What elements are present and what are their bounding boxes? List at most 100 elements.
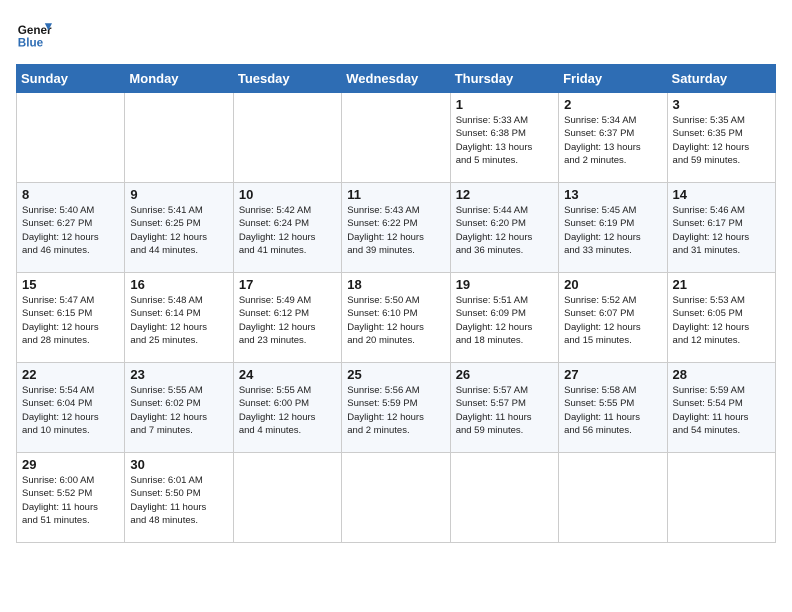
day-number: 28	[673, 367, 770, 382]
day-info: Sunrise: 5:53 AMSunset: 6:05 PMDaylight:…	[673, 294, 770, 347]
day-number: 11	[347, 187, 444, 202]
week-row-5: 29 Sunrise: 6:00 AMSunset: 5:52 PMDayligh…	[17, 453, 776, 543]
calendar-cell: 17 Sunrise: 5:49 AMSunset: 6:12 PMDayligh…	[233, 273, 341, 363]
day-info: Sunrise: 5:59 AMSunset: 5:54 PMDaylight:…	[673, 384, 770, 437]
day-info: Sunrise: 6:00 AMSunset: 5:52 PMDaylight:…	[22, 474, 119, 527]
calendar-cell	[559, 453, 667, 543]
day-info: Sunrise: 5:58 AMSunset: 5:55 PMDaylight:…	[564, 384, 661, 437]
day-info: Sunrise: 5:50 AMSunset: 6:10 PMDaylight:…	[347, 294, 444, 347]
calendar-cell	[342, 453, 450, 543]
day-info: Sunrise: 5:44 AMSunset: 6:20 PMDaylight:…	[456, 204, 553, 257]
day-number: 16	[130, 277, 227, 292]
day-number: 26	[456, 367, 553, 382]
day-number: 1	[456, 97, 553, 112]
calendar-cell	[233, 453, 341, 543]
day-header-sunday: Sunday	[17, 65, 125, 93]
day-number: 23	[130, 367, 227, 382]
day-number: 19	[456, 277, 553, 292]
calendar-cell: 24 Sunrise: 5:55 AMSunset: 6:00 PMDayligh…	[233, 363, 341, 453]
day-number: 2	[564, 97, 661, 112]
day-info: Sunrise: 5:54 AMSunset: 6:04 PMDaylight:…	[22, 384, 119, 437]
calendar-cell: 19 Sunrise: 5:51 AMSunset: 6:09 PMDayligh…	[450, 273, 558, 363]
day-info: Sunrise: 5:48 AMSunset: 6:14 PMDaylight:…	[130, 294, 227, 347]
day-info: Sunrise: 5:41 AMSunset: 6:25 PMDaylight:…	[130, 204, 227, 257]
calendar-cell	[233, 93, 341, 183]
day-info: Sunrise: 5:52 AMSunset: 6:07 PMDaylight:…	[564, 294, 661, 347]
day-number: 25	[347, 367, 444, 382]
calendar-cell: 13 Sunrise: 5:45 AMSunset: 6:19 PMDayligh…	[559, 183, 667, 273]
calendar-cell: 9Sunrise: 5:41 AMSunset: 6:25 PMDaylight…	[125, 183, 233, 273]
day-info: Sunrise: 5:40 AMSunset: 6:27 PMDaylight:…	[22, 204, 119, 257]
calendar-body: 1 Sunrise: 5:33 AMSunset: 6:38 PMDaylight…	[17, 93, 776, 543]
day-info: Sunrise: 5:47 AMSunset: 6:15 PMDaylight:…	[22, 294, 119, 347]
day-info: Sunrise: 5:45 AMSunset: 6:19 PMDaylight:…	[564, 204, 661, 257]
calendar-cell	[667, 453, 775, 543]
week-row-3: 15 Sunrise: 5:47 AMSunset: 6:15 PMDayligh…	[17, 273, 776, 363]
calendar-cell: 1 Sunrise: 5:33 AMSunset: 6:38 PMDaylight…	[450, 93, 558, 183]
day-number: 13	[564, 187, 661, 202]
day-info: Sunrise: 6:01 AMSunset: 5:50 PMDaylight:…	[130, 474, 227, 527]
day-number: 24	[239, 367, 336, 382]
day-header-monday: Monday	[125, 65, 233, 93]
calendar-cell: 25 Sunrise: 5:56 AMSunset: 5:59 PMDayligh…	[342, 363, 450, 453]
calendar-cell: 12 Sunrise: 5:44 AMSunset: 6:20 PMDayligh…	[450, 183, 558, 273]
calendar-cell: 26 Sunrise: 5:57 AMSunset: 5:57 PMDayligh…	[450, 363, 558, 453]
day-info: Sunrise: 5:51 AMSunset: 6:09 PMDaylight:…	[456, 294, 553, 347]
calendar-cell: 21 Sunrise: 5:53 AMSunset: 6:05 PMDayligh…	[667, 273, 775, 363]
day-header-tuesday: Tuesday	[233, 65, 341, 93]
calendar-cell: 27 Sunrise: 5:58 AMSunset: 5:55 PMDayligh…	[559, 363, 667, 453]
day-info: Sunrise: 5:49 AMSunset: 6:12 PMDaylight:…	[239, 294, 336, 347]
calendar-cell: 11 Sunrise: 5:43 AMSunset: 6:22 PMDayligh…	[342, 183, 450, 273]
calendar-cell: 20 Sunrise: 5:52 AMSunset: 6:07 PMDayligh…	[559, 273, 667, 363]
day-info: Sunrise: 5:42 AMSunset: 6:24 PMDaylight:…	[239, 204, 336, 257]
day-info: Sunrise: 5:57 AMSunset: 5:57 PMDaylight:…	[456, 384, 553, 437]
day-number: 14	[673, 187, 770, 202]
day-number: 22	[22, 367, 119, 382]
page-header: General Blue	[16, 16, 776, 52]
day-number: 3	[673, 97, 770, 112]
day-header-friday: Friday	[559, 65, 667, 93]
calendar-cell: 23Sunrise: 5:55 AMSunset: 6:02 PMDayligh…	[125, 363, 233, 453]
day-info: Sunrise: 5:56 AMSunset: 5:59 PMDaylight:…	[347, 384, 444, 437]
calendar-cell: 10 Sunrise: 5:42 AMSunset: 6:24 PMDayligh…	[233, 183, 341, 273]
logo: General Blue	[16, 16, 52, 52]
day-info: Sunrise: 5:43 AMSunset: 6:22 PMDaylight:…	[347, 204, 444, 257]
day-header-saturday: Saturday	[667, 65, 775, 93]
day-info: Sunrise: 5:46 AMSunset: 6:17 PMDaylight:…	[673, 204, 770, 257]
calendar-cell	[342, 93, 450, 183]
day-number: 12	[456, 187, 553, 202]
calendar-cell	[17, 93, 125, 183]
day-number: 10	[239, 187, 336, 202]
day-number: 20	[564, 277, 661, 292]
day-number: 17	[239, 277, 336, 292]
calendar-cell: 14 Sunrise: 5:46 AMSunset: 6:17 PMDayligh…	[667, 183, 775, 273]
svg-text:Blue: Blue	[18, 37, 44, 50]
day-number: 21	[673, 277, 770, 292]
calendar-table: SundayMondayTuesdayWednesdayThursdayFrid…	[16, 64, 776, 543]
logo-icon: General Blue	[16, 16, 52, 52]
calendar-cell: 8 Sunrise: 5:40 AMSunset: 6:27 PMDaylight…	[17, 183, 125, 273]
calendar-cell: 22 Sunrise: 5:54 AMSunset: 6:04 PMDayligh…	[17, 363, 125, 453]
calendar-cell: 29 Sunrise: 6:00 AMSunset: 5:52 PMDayligh…	[17, 453, 125, 543]
calendar-header-row: SundayMondayTuesdayWednesdayThursdayFrid…	[17, 65, 776, 93]
calendar-cell: 15 Sunrise: 5:47 AMSunset: 6:15 PMDayligh…	[17, 273, 125, 363]
day-header-thursday: Thursday	[450, 65, 558, 93]
day-number: 18	[347, 277, 444, 292]
day-info: Sunrise: 5:34 AMSunset: 6:37 PMDaylight:…	[564, 114, 661, 167]
day-info: Sunrise: 5:55 AMSunset: 6:00 PMDaylight:…	[239, 384, 336, 437]
calendar-cell	[125, 93, 233, 183]
day-info: Sunrise: 5:33 AMSunset: 6:38 PMDaylight:…	[456, 114, 553, 167]
calendar-cell: 28 Sunrise: 5:59 AMSunset: 5:54 PMDayligh…	[667, 363, 775, 453]
day-number: 15	[22, 277, 119, 292]
calendar-cell: 2 Sunrise: 5:34 AMSunset: 6:37 PMDaylight…	[559, 93, 667, 183]
week-row-2: 8 Sunrise: 5:40 AMSunset: 6:27 PMDaylight…	[17, 183, 776, 273]
calendar-cell: 30Sunrise: 6:01 AMSunset: 5:50 PMDayligh…	[125, 453, 233, 543]
day-number: 8	[22, 187, 119, 202]
week-row-4: 22 Sunrise: 5:54 AMSunset: 6:04 PMDayligh…	[17, 363, 776, 453]
calendar-cell: 18 Sunrise: 5:50 AMSunset: 6:10 PMDayligh…	[342, 273, 450, 363]
calendar-cell: 16 Sunrise: 5:48 AMSunset: 6:14 PMDayligh…	[125, 273, 233, 363]
calendar-cell	[450, 453, 558, 543]
day-number: 27	[564, 367, 661, 382]
day-number: 29	[22, 457, 119, 472]
week-row-1: 1 Sunrise: 5:33 AMSunset: 6:38 PMDaylight…	[17, 93, 776, 183]
